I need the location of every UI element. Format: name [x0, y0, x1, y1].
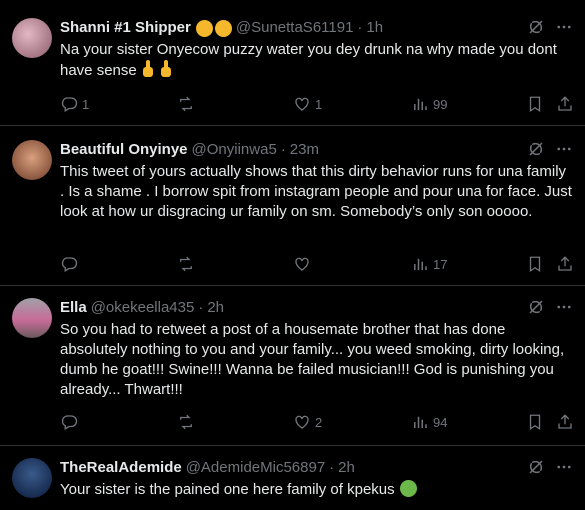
user-handle[interactable]: @AdemideMic56897: [186, 458, 325, 478]
grok-icon[interactable]: [527, 18, 545, 36]
more-icon[interactable]: [555, 298, 573, 316]
tweet-header: Ella @okekeella435 · 2h: [60, 298, 573, 318]
grok-icon[interactable]: [527, 458, 545, 476]
reply-count: 1: [82, 96, 90, 112]
avatar[interactable]: [12, 458, 52, 498]
share-icon: [558, 96, 572, 111]
views-icon: [414, 98, 427, 110]
tweet-header: Shanni #1 Shipper @SunettaS61191 · 1h: [60, 18, 573, 38]
tweet-header: TheRealAdemide @AdemideMic56897 · 2h: [60, 458, 573, 478]
tweet[interactable]: TheRealAdemide @AdemideMic56897 · 2h You…: [0, 446, 585, 510]
retweet-button[interactable]: [177, 95, 199, 113]
bookmark-button[interactable]: [526, 255, 544, 273]
view-count: 94: [433, 414, 448, 430]
tweet-actions: 2 94: [60, 412, 573, 432]
display-name[interactable]: Shanni #1 Shipper: [60, 18, 191, 38]
middle-finger-emoji: [159, 60, 173, 78]
retweet-button[interactable]: [177, 255, 199, 273]
bookmark-icon: [529, 96, 541, 113]
share-icon: [558, 414, 572, 429]
like-icon: [295, 257, 309, 271]
timestamp[interactable]: 2h: [338, 458, 355, 478]
like-button[interactable]: 2: [293, 413, 322, 431]
bookmark-icon: [529, 256, 541, 273]
share-icon: [558, 256, 572, 271]
smiling-hearts-emoji: [214, 19, 232, 37]
display-name[interactable]: Ella: [60, 298, 87, 318]
tweet[interactable]: Ella @okekeella435 · 2h So you had to re…: [0, 286, 585, 446]
share-button[interactable]: [556, 255, 574, 273]
retweet-icon: [180, 414, 192, 430]
avatar[interactable]: [12, 140, 52, 180]
grok-icon[interactable]: [527, 140, 545, 158]
like-button[interactable]: [293, 255, 315, 273]
user-handle[interactable]: @SunettaS61191: [236, 18, 354, 38]
middle-finger-emoji: [141, 60, 155, 78]
view-count: 17: [433, 256, 448, 272]
views-icon: [414, 258, 427, 270]
reply-button[interactable]: [60, 255, 82, 273]
timestamp[interactable]: 23m: [290, 140, 319, 160]
bookmark-icon: [529, 414, 541, 431]
tweet[interactable]: Shanni #1 Shipper @SunettaS61191 · 1h Na…: [0, 0, 585, 126]
views-button[interactable]: 17: [411, 255, 447, 273]
like-count: 2: [315, 414, 323, 430]
timestamp[interactable]: 1h: [366, 18, 383, 38]
reply-button[interactable]: [60, 413, 82, 431]
view-count: 99: [433, 96, 448, 112]
views-button[interactable]: 94: [411, 413, 447, 431]
tweet-actions: 1 1 99: [60, 94, 573, 114]
like-icon: [295, 97, 309, 111]
tweet-header: Beautiful Onyinye @Onyiinwa5 · 23m: [60, 140, 573, 160]
user-handle[interactable]: @Onyiinwa5: [192, 140, 277, 160]
display-name[interactable]: TheRealAdemide: [60, 458, 182, 478]
reply-icon: [61, 415, 78, 430]
more-icon[interactable]: [555, 140, 573, 158]
share-button[interactable]: [556, 413, 574, 431]
views-icon: [414, 416, 427, 428]
retweet-icon: [180, 96, 192, 112]
smiling-hearts-emoji: [195, 19, 213, 37]
tweet[interactable]: Beautiful Onyinye @Onyiinwa5 · 23m This …: [0, 126, 585, 286]
timestamp[interactable]: 2h: [207, 298, 224, 318]
retweet-icon: [180, 256, 192, 272]
bookmark-button[interactable]: [526, 95, 544, 113]
reply-icon: [61, 257, 78, 272]
tweet-actions: 17: [60, 254, 573, 274]
like-button[interactable]: 1: [293, 95, 322, 113]
reply-button[interactable]: 1: [60, 95, 89, 113]
share-button[interactable]: [556, 95, 574, 113]
bookmark-button[interactable]: [526, 413, 544, 431]
like-count: 1: [315, 96, 323, 112]
tweet-text: So you had to retweet a post of a housem…: [60, 321, 569, 398]
nauseated-face-emoji: [399, 480, 417, 497]
like-icon: [295, 415, 309, 429]
avatar[interactable]: [12, 298, 52, 338]
retweet-button[interactable]: [177, 413, 199, 431]
tweet-text: This tweet of yours actually shows that …: [60, 163, 577, 220]
user-handle[interactable]: @okekeella435: [91, 298, 195, 318]
grok-icon[interactable]: [527, 298, 545, 316]
avatar[interactable]: [12, 18, 52, 58]
views-button[interactable]: 99: [411, 95, 447, 113]
tweet-text: Your sister is the pained one here famil…: [60, 480, 573, 500]
more-icon[interactable]: [555, 458, 573, 476]
tweet-text: Na your sister Onyecow puzzy water you d…: [60, 41, 562, 79]
more-icon[interactable]: [555, 18, 573, 36]
display-name[interactable]: Beautiful Onyinye: [60, 140, 188, 160]
reply-icon: [61, 97, 78, 112]
